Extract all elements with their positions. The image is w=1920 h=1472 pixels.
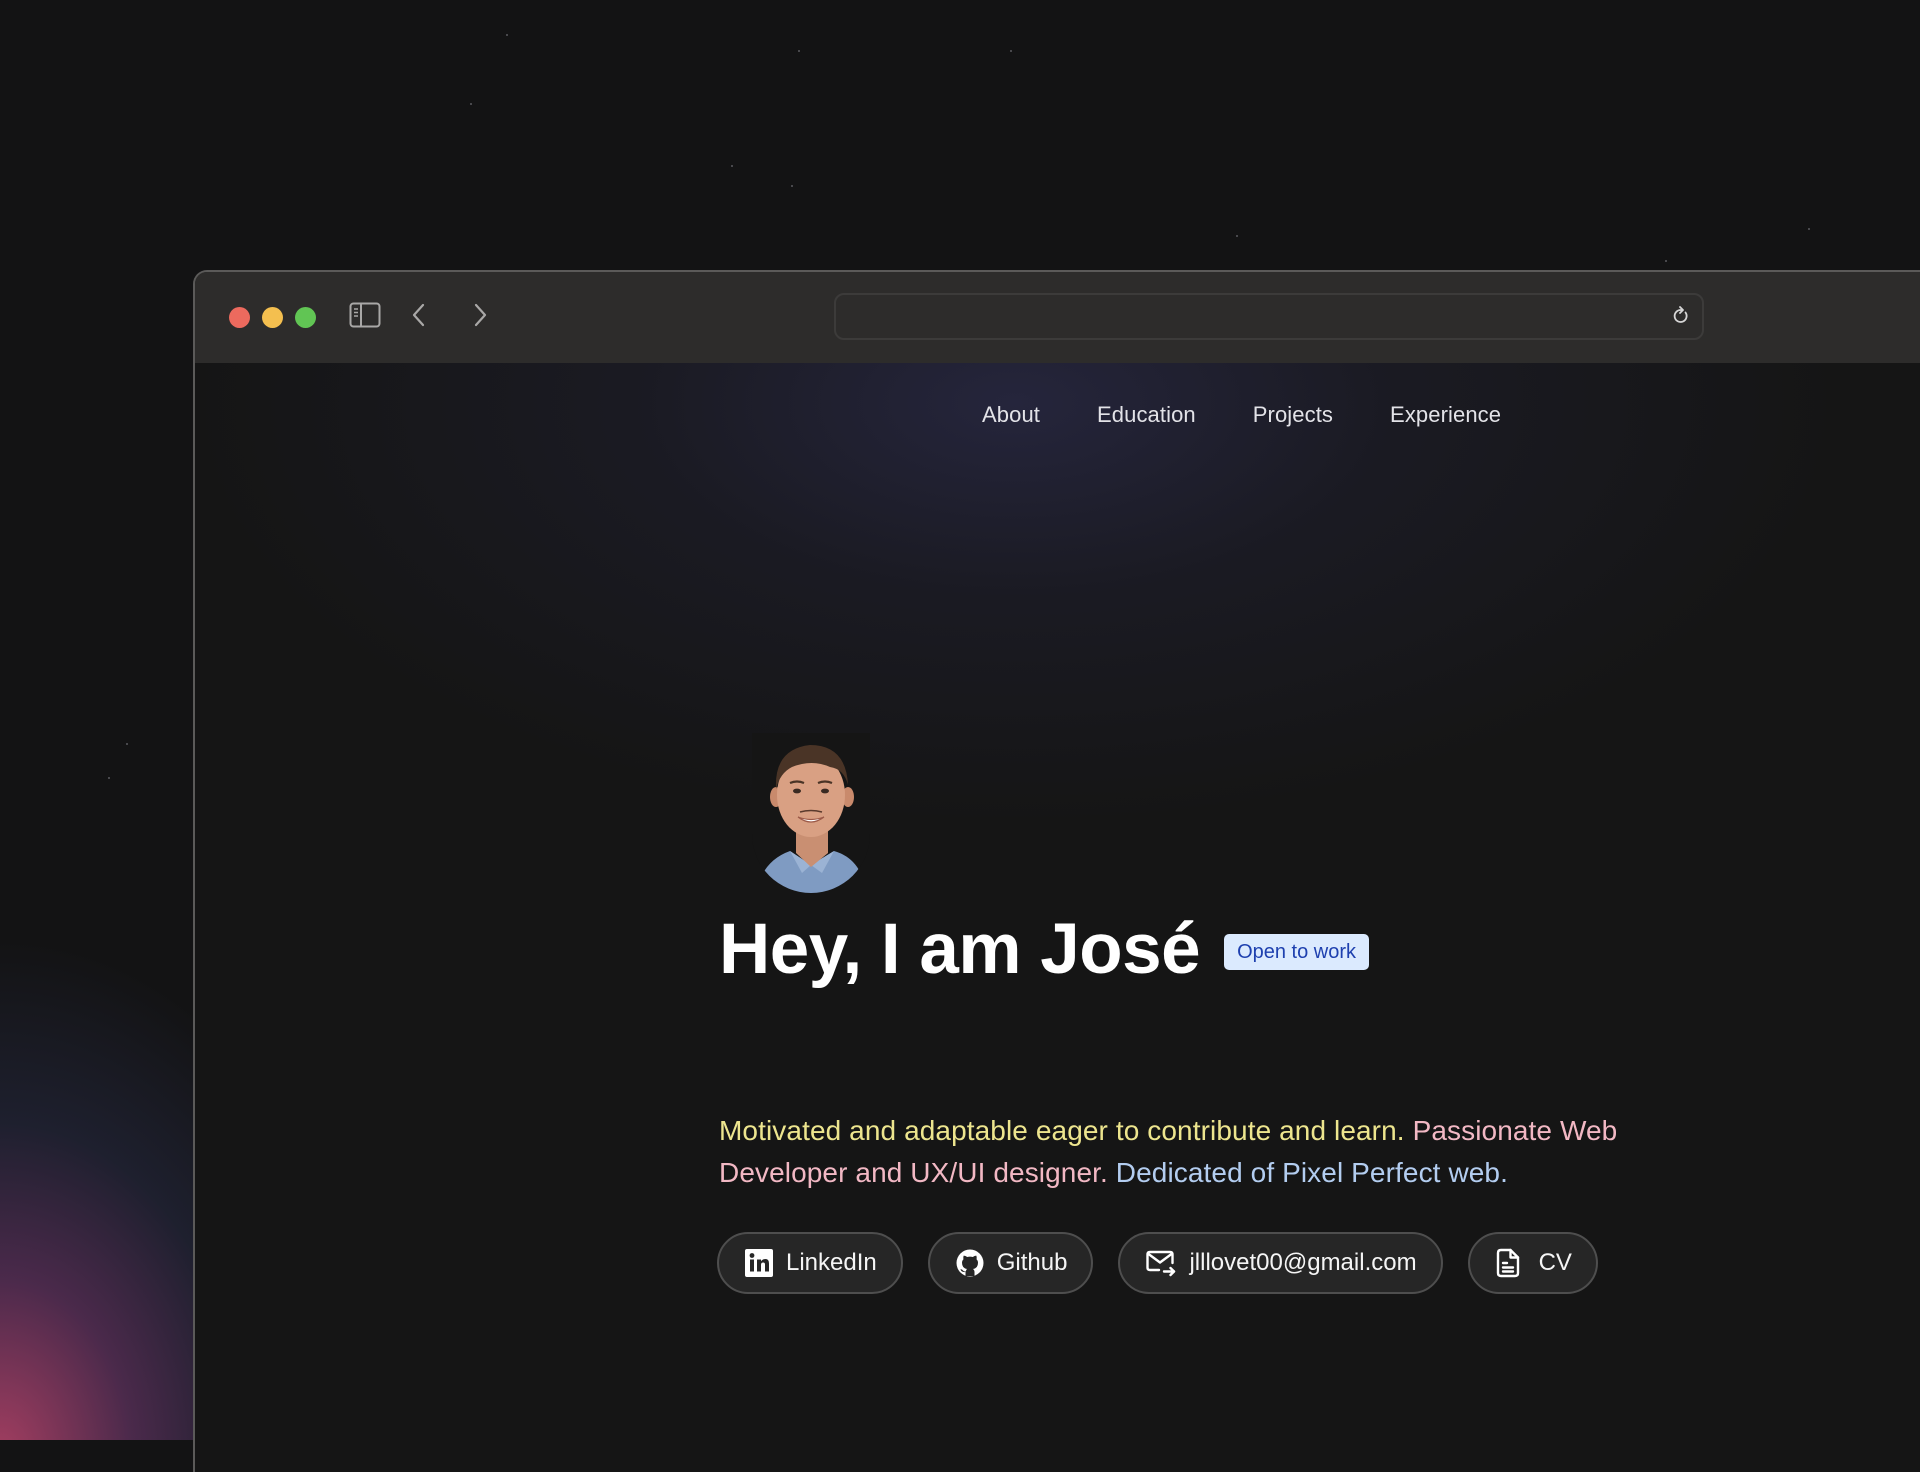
close-window-button[interactable] [229, 307, 250, 328]
minimize-window-button[interactable] [262, 307, 283, 328]
github-label: Github [996, 1249, 1068, 1276]
maximize-window-button[interactable] [295, 307, 316, 328]
contact-links: LinkedIn Github jlllovet00@gmail.com CV [717, 1232, 1598, 1294]
browser-toolbar [195, 272, 1920, 364]
star-dot [108, 777, 110, 779]
email-label: jlllovet00@gmail.com [1189, 1249, 1417, 1276]
sidebar-toggle-button[interactable] [349, 302, 381, 333]
cv-button[interactable]: CV [1467, 1232, 1598, 1294]
star-dot [1236, 235, 1238, 237]
star-dot [731, 165, 733, 167]
chevron-right-icon [474, 303, 487, 327]
star-dot [1010, 50, 1012, 52]
github-icon [955, 1248, 985, 1278]
nav-projects[interactable]: Projects [1253, 401, 1333, 429]
mail-icon [1145, 1248, 1177, 1278]
nav-education[interactable]: Education [1097, 401, 1196, 429]
star-dot [506, 34, 508, 36]
star-dot [126, 743, 128, 745]
star-dot [470, 103, 472, 105]
back-button[interactable] [410, 302, 428, 333]
star-dot [791, 185, 793, 187]
reload-icon [1673, 306, 1688, 323]
hero-description: Motivated and adaptable eager to contrib… [719, 1110, 1749, 1194]
browser-window: About Education Projects Experience Hey,… [193, 270, 1920, 1472]
reload-button[interactable] [1672, 306, 1690, 331]
document-icon [1495, 1248, 1521, 1278]
chevron-left-icon [412, 303, 425, 327]
forward-button[interactable] [471, 302, 489, 333]
linkedin-button[interactable]: LinkedIn [717, 1232, 903, 1294]
github-button[interactable]: Github [927, 1232, 1094, 1294]
web-page: About Education Projects Experience Hey,… [195, 363, 1920, 1472]
email-button[interactable]: jlllovet00@gmail.com [1118, 1232, 1443, 1294]
avatar [752, 733, 870, 893]
description-part-3: Dedicated of Pixel Perfect web. [1115, 1157, 1508, 1188]
star-dot [1808, 228, 1810, 230]
main-nav: About Education Projects Experience [982, 401, 1501, 429]
cv-label: CV [1538, 1249, 1572, 1276]
star-dot [1665, 260, 1667, 262]
hero-title-row: Hey, I am José Open to work [719, 907, 1370, 993]
nav-about[interactable]: About [982, 401, 1040, 429]
linkedin-label: LinkedIn [786, 1249, 877, 1276]
linkedin-icon [744, 1248, 774, 1278]
address-bar[interactable] [834, 293, 1704, 340]
star-dot [798, 50, 800, 52]
description-part-1: Motivated and adaptable eager to contrib… [719, 1115, 1405, 1146]
hero-title: Hey, I am José [719, 910, 1201, 989]
sidebar-icon [349, 302, 381, 328]
nav-experience[interactable]: Experience [1390, 401, 1501, 429]
open-to-work-badge: Open to work [1224, 934, 1370, 970]
